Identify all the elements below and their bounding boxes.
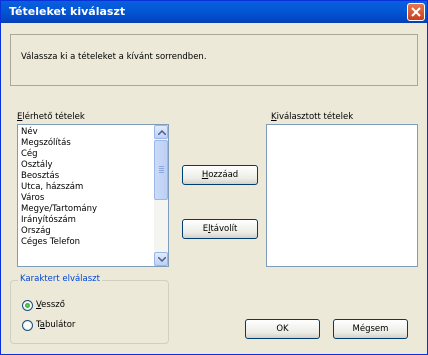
list-item[interactable]: Név	[20, 127, 152, 138]
vertical-scrollbar[interactable]	[154, 125, 168, 266]
tab-radio[interactable]	[22, 320, 33, 331]
instruction-text: Válassza ki a tételeket a kívánt sorrend…	[21, 52, 207, 62]
list-item[interactable]: Céges Telefon	[20, 237, 152, 248]
list-item[interactable]: Megszólítás	[20, 138, 152, 149]
list-item[interactable]: Megye/Tartomány	[20, 204, 152, 215]
title-bar[interactable]: Tételeket kiválaszt	[1, 1, 427, 23]
dialog-window: Tételeket kiválaszt Válassza ki a tétele…	[0, 0, 428, 355]
ok-button[interactable]: OK	[245, 319, 320, 339]
available-items-container: Név Megszólítás Cég Osztály Beosztás Utca, há…	[20, 127, 152, 248]
scroll-up-button[interactable]	[154, 125, 168, 139]
comma-radio[interactable]	[22, 300, 33, 311]
list-item[interactable]: Ország	[20, 226, 152, 237]
instruction-panel: Válassza ki a tételeket a kívánt sorrend…	[10, 34, 418, 86]
cancel-button[interactable]: Mégsem	[333, 319, 408, 339]
list-item[interactable]: Beosztás	[20, 171, 152, 182]
selected-items-list[interactable]	[266, 124, 418, 267]
available-items-list[interactable]: Név Megszólítás Cég Osztály Beosztás Utca, há…	[17, 124, 169, 267]
list-item[interactable]: Osztály	[20, 160, 152, 171]
scroll-down-button[interactable]	[154, 252, 168, 266]
scroll-down-icon	[158, 257, 166, 262]
radio-selected-dot	[25, 303, 30, 308]
list-item[interactable]: Cég	[20, 149, 152, 160]
selected-items-label: Kiválasztott tételek	[271, 112, 354, 122]
dialog-title: Tételeket kiválaszt	[9, 5, 126, 18]
close-button[interactable]	[407, 3, 425, 21]
comma-radio-label[interactable]: Vessző	[36, 300, 65, 310]
list-item[interactable]: Irányítószám	[20, 215, 152, 226]
separator-group: Karaktert elválaszt Vessző Tabulátor	[10, 274, 169, 344]
list-item[interactable]: Utca, házszám	[20, 182, 152, 193]
separator-legend: Karaktert elválaszt	[18, 274, 102, 284]
tab-radio-label[interactable]: Tabulátor	[36, 320, 75, 330]
remove-button[interactable]: Eltávolít	[182, 219, 258, 239]
list-item[interactable]: Város	[20, 193, 152, 204]
close-icon	[411, 7, 421, 17]
scroll-thumb[interactable]	[154, 140, 168, 200]
add-button[interactable]: Hozzáad	[182, 165, 258, 185]
scroll-up-icon	[158, 130, 166, 135]
available-items-label: Elérhető tételek	[17, 112, 85, 122]
